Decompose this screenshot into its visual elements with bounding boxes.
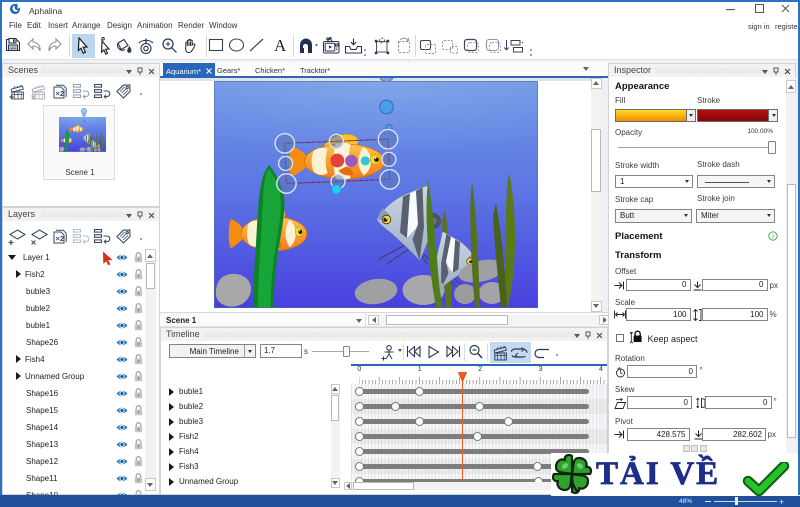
svg-text:i: i xyxy=(772,233,774,241)
